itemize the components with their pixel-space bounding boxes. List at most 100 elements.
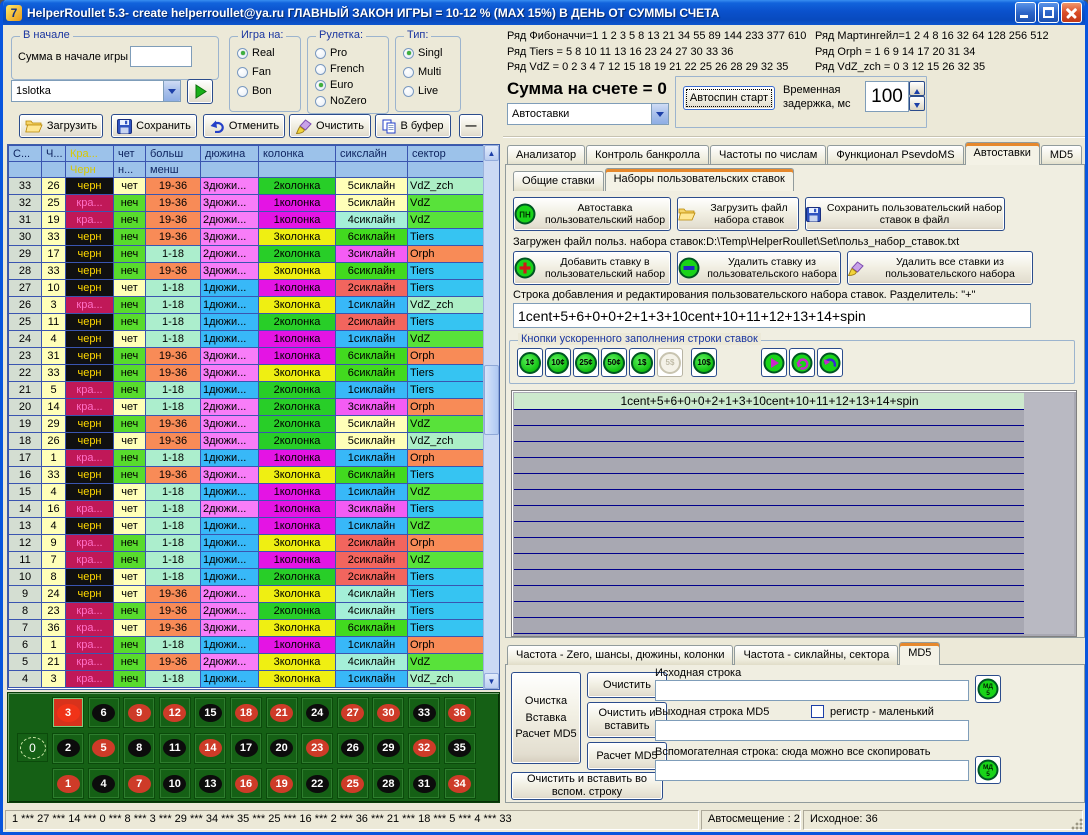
board-cell-33[interactable]: 33 — [408, 697, 440, 728]
table-cell[interactable]: 6сиклайн — [336, 229, 408, 246]
board-cell-8[interactable]: 8 — [123, 733, 155, 764]
bet-set-row-empty[interactable] — [514, 442, 1025, 458]
table-row[interactable]: 3225кра...неч19-363дюжи...1колонка5сикла… — [9, 195, 486, 212]
board-cell-26[interactable]: 26 — [337, 733, 369, 764]
table-header-cell[interactable]: Ч... — [42, 146, 66, 162]
table-cell[interactable]: 1-18 — [146, 246, 201, 263]
table-cell[interactable]: 2колонка — [259, 246, 336, 263]
table-cell[interactable]: 21 — [42, 654, 66, 671]
table-scrollbar[interactable]: ▲ ▼ — [483, 145, 499, 689]
table-cell[interactable]: 1дюжи... — [201, 297, 259, 314]
table-cell[interactable]: 4сиклайн — [336, 212, 408, 229]
table-cell[interactable]: 2дюжи... — [201, 603, 259, 620]
table-cell[interactable]: неч — [114, 229, 146, 246]
table-cell[interactable]: 19-36 — [146, 348, 201, 365]
toolbar-save-button[interactable]: Сохранить — [111, 114, 197, 138]
mode-combobox[interactable]: Автоставки — [507, 103, 669, 125]
table-cell[interactable]: 1дюжи... — [201, 484, 259, 501]
radio-dot[interactable] — [237, 48, 248, 59]
table-cell[interactable]: 33 — [42, 365, 66, 382]
table-cell[interactable]: 31 — [42, 348, 66, 365]
table-cell[interactable]: 33 — [42, 467, 66, 484]
table-cell[interactable]: чет — [114, 484, 146, 501]
table-cell[interactable]: 2дюжи... — [201, 586, 259, 603]
table-cell[interactable]: 15 — [9, 484, 42, 501]
table-cell[interactable]: чет — [114, 620, 146, 637]
chip-1d[interactable]: 1$ — [629, 348, 655, 377]
table-cell[interactable]: 17 — [42, 246, 66, 263]
table-header-cell[interactable]: н... — [114, 162, 146, 178]
table-cell[interactable]: 10 — [42, 280, 66, 297]
table-cell[interactable]: 4 — [42, 331, 66, 348]
table-row[interactable]: 924чернчет19-362дюжи...3колонка4сиклайнT… — [9, 586, 486, 603]
table-cell[interactable]: кра... — [66, 450, 114, 467]
table-cell[interactable]: 1-18 — [146, 552, 201, 569]
chip-10c[interactable]: 10¢ — [545, 348, 571, 377]
table-cell[interactable]: чет — [114, 569, 146, 586]
board-cell-30[interactable]: 30 — [372, 697, 404, 728]
bet-set-row-empty[interactable] — [514, 522, 1025, 538]
table-cell[interactable]: 21 — [9, 382, 42, 399]
table-cell[interactable]: 26 — [9, 297, 42, 314]
table-row[interactable]: 2511черннеч1-181дюжи...2колонка2сиклайнT… — [9, 314, 486, 331]
table-cell[interactable]: 3 — [42, 671, 66, 688]
table-cell[interactable]: 3дюжи... — [201, 178, 259, 195]
table-cell[interactable]: 3колонка — [259, 535, 336, 552]
table-cell[interactable]: 3дюжи... — [201, 416, 259, 433]
table-cell[interactable]: 24 — [42, 586, 66, 603]
table-cell[interactable]: неч — [114, 382, 146, 399]
table-row[interactable]: 171кра...неч1-181дюжи...1колонка1сиклайн… — [9, 450, 486, 467]
spin-down-icon[interactable] — [909, 96, 925, 111]
tab-main-4[interactable]: Функционал PsevdoMS — [827, 145, 963, 165]
table-cell[interactable]: 14 — [42, 399, 66, 416]
radio-french[interactable]: French — [315, 61, 364, 77]
md5-run-button[interactable]: МД5 — [975, 675, 1001, 703]
table-cell[interactable]: неч — [114, 212, 146, 229]
table-cell[interactable]: VdZ — [408, 552, 486, 569]
table-cell[interactable]: 29 — [9, 246, 42, 263]
radio-bon[interactable]: Bon — [237, 83, 272, 99]
chip-action-play[interactable] — [761, 348, 787, 377]
md5-aux-run-button[interactable]: МД5 — [975, 756, 1001, 784]
radio-dot[interactable] — [403, 48, 414, 59]
tab-main-5[interactable]: Автоставки — [965, 142, 1040, 165]
table-cell[interactable]: кра... — [66, 654, 114, 671]
table-cell[interactable]: Tiers — [408, 569, 486, 586]
table-cell[interactable]: черн — [66, 331, 114, 348]
table-cell[interactable]: кра... — [66, 620, 114, 637]
table-cell[interactable]: 3колонка — [259, 297, 336, 314]
table-header-cell[interactable]: больш — [146, 146, 201, 162]
table-cell[interactable]: 1колонка — [259, 331, 336, 348]
table-cell[interactable]: неч — [114, 195, 146, 212]
table-cell[interactable]: 20 — [9, 399, 42, 416]
table-cell[interactable]: 1сиклайн — [336, 382, 408, 399]
table-cell[interactable]: 3дюжи... — [201, 433, 259, 450]
table-cell[interactable]: 2сиклайн — [336, 280, 408, 297]
md5-clear-paste-aux-button[interactable]: Очистить и вставить во вспом. строку — [511, 772, 663, 800]
table-cell[interactable]: 2дюжи... — [201, 246, 259, 263]
table-cell[interactable]: 1-18 — [146, 297, 201, 314]
table-row[interactable]: 3326чернчет19-363дюжи...2колонка5сиклайн… — [9, 178, 486, 195]
table-cell[interactable]: неч — [114, 552, 146, 569]
table-header-cell[interactable] — [259, 162, 336, 178]
tab-main-2[interactable]: Контроль банкролла — [586, 145, 709, 165]
table-cell[interactable]: 1-18 — [146, 450, 201, 467]
table-cell[interactable]: 3дюжи... — [201, 195, 259, 212]
table-cell[interactable]: неч — [114, 637, 146, 654]
table-cell[interactable]: 4 — [9, 671, 42, 688]
table-cell[interactable]: черн — [66, 416, 114, 433]
board-cell-2[interactable]: 2 — [52, 733, 84, 764]
table-cell[interactable]: кра... — [66, 297, 114, 314]
board-cell-11[interactable]: 11 — [159, 733, 191, 764]
table-cell[interactable]: 14 — [9, 501, 42, 518]
md5-source-input[interactable] — [655, 680, 969, 701]
table-cell[interactable]: VdZ_zch — [408, 297, 486, 314]
table-cell[interactable]: 1сиклайн — [336, 484, 408, 501]
table-cell[interactable]: черн — [66, 280, 114, 297]
table-cell[interactable]: 1сиклайн — [336, 297, 408, 314]
table-cell[interactable]: черн — [66, 518, 114, 535]
tab-bottom-2[interactable]: Частота - сиклайны, сектора — [734, 645, 898, 665]
table-cell[interactable]: 1дюжи... — [201, 671, 259, 688]
table-header-cell[interactable] — [9, 162, 42, 178]
board-cell-13[interactable]: 13 — [194, 768, 226, 799]
